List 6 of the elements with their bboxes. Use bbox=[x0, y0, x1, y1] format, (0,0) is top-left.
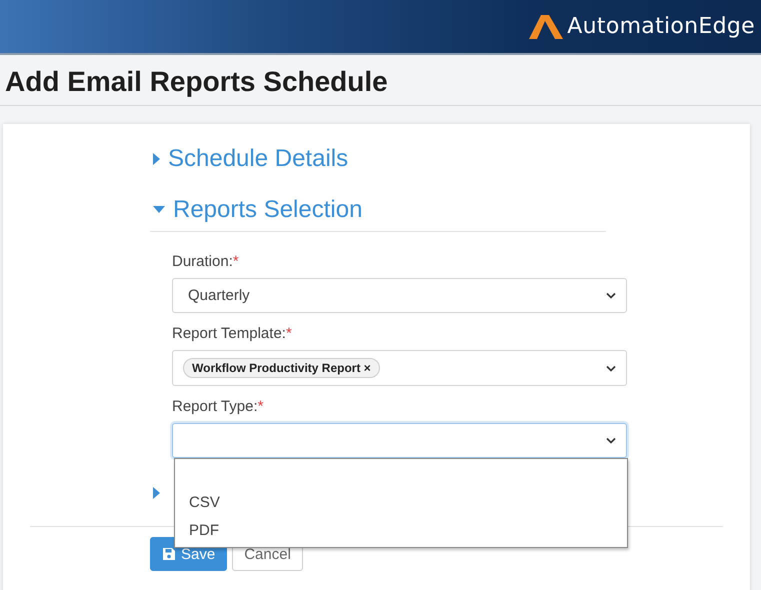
selected-tag: Workflow Productivity Report × bbox=[183, 358, 380, 378]
page-title: Add Email Reports Schedule bbox=[5, 67, 389, 97]
brand-name: AutomationEdge bbox=[567, 14, 755, 39]
field-label: Duration:* bbox=[172, 253, 240, 270]
field-label: Report Type:* bbox=[172, 398, 264, 415]
field-label: Report Template:* bbox=[172, 325, 293, 342]
